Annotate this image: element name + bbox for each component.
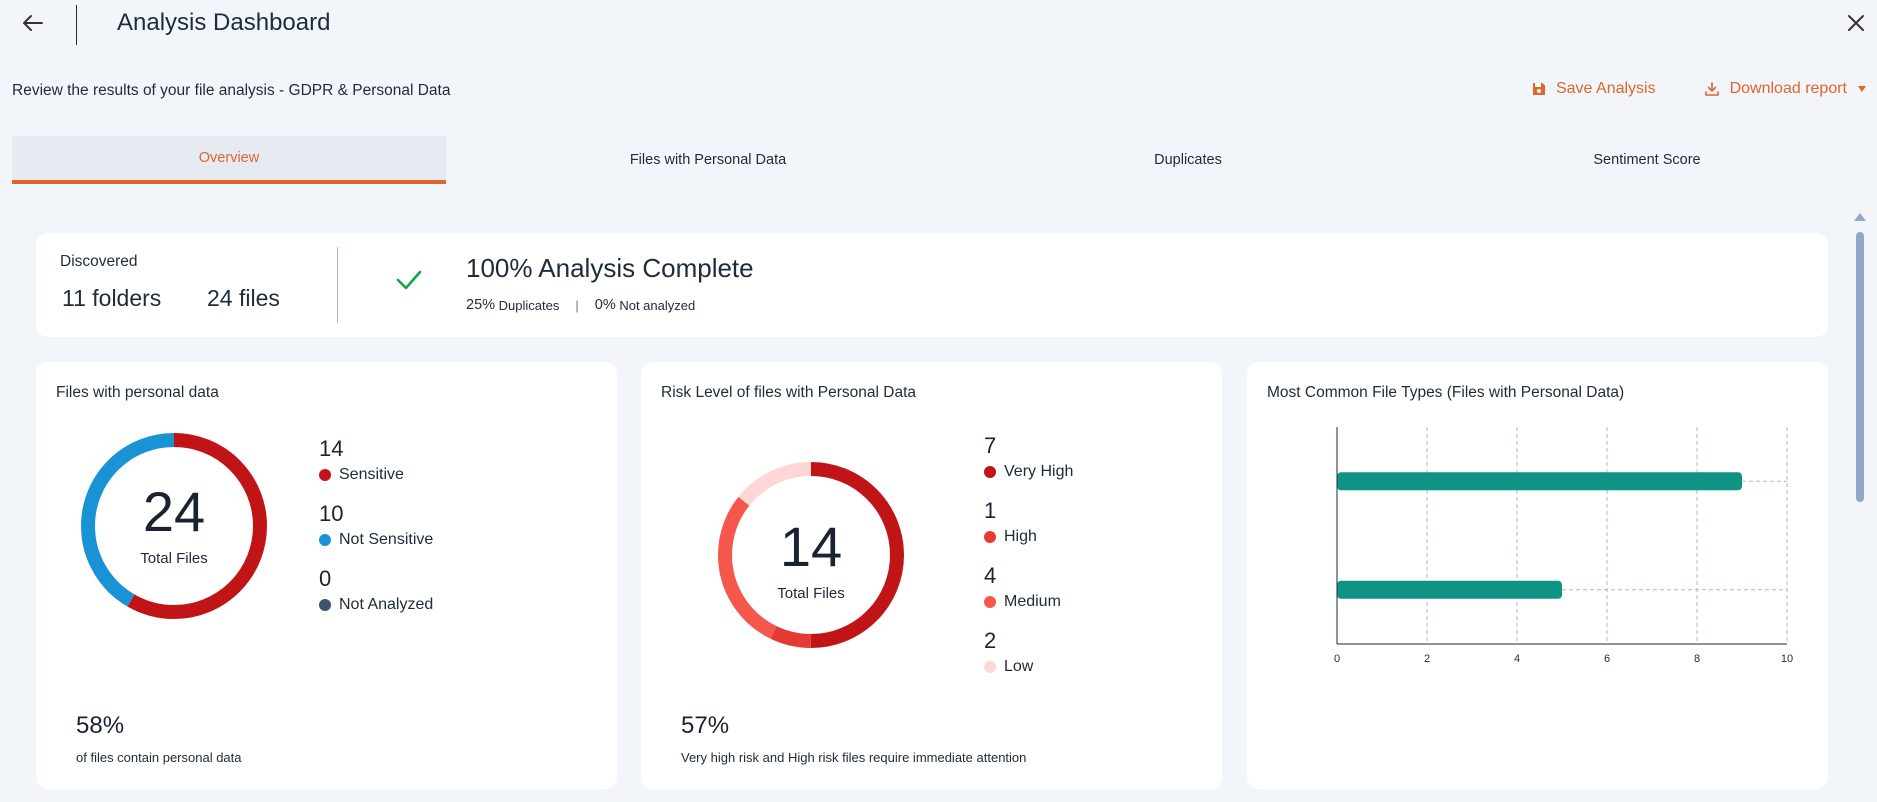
legend-dot xyxy=(984,661,996,673)
download-icon xyxy=(1704,81,1720,97)
total-files-label: Total Files xyxy=(140,550,208,567)
risk-level-panel: Risk Level of files with Personal Data 1… xyxy=(641,362,1222,789)
bar xyxy=(1337,580,1562,599)
duplicates-label: Duplicates xyxy=(498,297,560,313)
legend-label: Sensitive xyxy=(339,466,404,483)
risk-footnote: Very high risk and High risk files requi… xyxy=(681,750,1027,765)
legend-label: Medium xyxy=(1004,593,1061,610)
legend-count: 0 xyxy=(319,566,332,591)
legend-label: Not Sensitive xyxy=(339,531,434,548)
legend-dot xyxy=(319,534,331,546)
file-types-bar-chart: 0 2 4 6 8 10 xyxy=(1334,427,1793,665)
legend-item-sensitive: 14 Sensitive xyxy=(319,436,404,484)
analysis-complete-title: 100% Analysis Complete xyxy=(466,253,754,284)
legend-count: 1 xyxy=(984,498,997,523)
tab-duplicates[interactable]: Duplicates xyxy=(970,136,1406,184)
page-title: Analysis Dashboard xyxy=(117,9,331,36)
x-tick-label: 0 xyxy=(1334,653,1340,665)
save-analysis-label: Save Analysis xyxy=(1555,80,1656,97)
header-actions: Save Analysis Download report xyxy=(1532,80,1867,98)
caret-down-icon xyxy=(1857,84,1867,94)
close-icon[interactable] xyxy=(1845,12,1867,34)
x-tick-label: 10 xyxy=(1781,653,1793,665)
duplicates-pct: 25% xyxy=(466,297,496,313)
files-count: 24 files xyxy=(207,285,280,311)
discovered-label: Discovered xyxy=(60,253,138,270)
legend-count: 10 xyxy=(319,501,344,526)
download-report-label: Download report xyxy=(1729,80,1847,97)
save-icon xyxy=(1532,82,1546,96)
tab-bar: Overview Files with Personal Data Duplic… xyxy=(12,136,1877,184)
personal-data-pct: 58% xyxy=(76,712,125,739)
personal-data-panel: Files with personal data 24 Total Files … xyxy=(36,362,617,789)
summary-divider xyxy=(337,247,338,323)
x-tick-label: 8 xyxy=(1694,653,1700,665)
scrollbar-thumb[interactable] xyxy=(1856,232,1864,502)
analysis-summary-card: Discovered 11 folders 24 files 100% Anal… xyxy=(36,233,1828,337)
legend-item-medium: 4 Medium xyxy=(984,563,1061,611)
header-divider xyxy=(76,5,77,45)
not-analyzed-pct: 0% xyxy=(594,297,616,313)
total-files-label: Total Files xyxy=(777,585,845,602)
x-tick-label: 4 xyxy=(1514,653,1520,665)
scroll-up-icon[interactable] xyxy=(1853,210,1867,222)
bar xyxy=(1337,472,1742,491)
total-files-value: 14 xyxy=(779,515,843,578)
folders-count: 11 folders xyxy=(62,285,162,311)
back-arrow-icon[interactable] xyxy=(20,10,46,36)
stats-separator: | xyxy=(575,297,579,313)
analysis-stats: 25% Duplicates | 0% Not analyzed xyxy=(466,297,695,313)
download-report-button[interactable]: Download report xyxy=(1704,80,1867,98)
legend-label: Low xyxy=(1004,658,1034,675)
top-bar: Analysis Dashboard xyxy=(0,0,1877,48)
page-subtitle: Review the results of your file analysis… xyxy=(12,82,451,99)
complete-label: Analysis Complete xyxy=(538,253,754,283)
check-icon xyxy=(394,265,424,295)
legend-count: 7 xyxy=(984,433,997,458)
legend-item-not-sensitive: 10 Not Sensitive xyxy=(319,501,433,549)
donut-center: 14 Total Files xyxy=(715,515,907,603)
legend-dot xyxy=(984,596,996,608)
legend-count: 14 xyxy=(319,436,344,461)
not-analyzed-label: Not analyzed xyxy=(619,297,696,313)
legend-dot xyxy=(319,469,331,481)
legend-count: 2 xyxy=(984,628,997,653)
panel-title: Files with personal data xyxy=(56,384,219,401)
complete-pct: 100% xyxy=(466,253,533,283)
legend-item-high: 1 High xyxy=(984,498,1037,546)
legend-label: Very High xyxy=(1004,463,1074,480)
legend-dot xyxy=(984,531,996,543)
legend-label: Not Analyzed xyxy=(339,596,434,613)
legend-count: 4 xyxy=(984,563,997,588)
tab-files-with-personal-data[interactable]: Files with Personal Data xyxy=(446,136,970,184)
tab-overview[interactable]: Overview xyxy=(12,136,446,184)
panel-title: Most Common File Types (Files with Perso… xyxy=(1267,384,1625,401)
panel-title: Risk Level of files with Personal Data xyxy=(661,384,917,401)
donut-center: 24 Total Files xyxy=(78,480,270,568)
legend-item-not-analyzed: 0 Not Analyzed xyxy=(319,566,433,614)
x-tick-label: 6 xyxy=(1604,653,1610,665)
personal-data-footnote: of files contain personal data xyxy=(76,750,242,765)
x-tick-label: 2 xyxy=(1424,653,1430,665)
legend-item-low: 2 Low xyxy=(984,628,1033,676)
legend-item-very-high: 7 Very High xyxy=(984,433,1073,481)
total-files-value: 24 xyxy=(142,480,206,543)
legend-dot xyxy=(319,599,331,611)
tab-sentiment-score[interactable]: Sentiment Score xyxy=(1406,136,1877,184)
save-analysis-button[interactable]: Save Analysis xyxy=(1532,80,1656,98)
risk-pct: 57% xyxy=(681,712,730,739)
file-types-panel: Most Common File Types (Files with Perso… xyxy=(1247,362,1828,789)
legend-label: High xyxy=(1004,528,1037,545)
legend-dot xyxy=(984,466,996,478)
